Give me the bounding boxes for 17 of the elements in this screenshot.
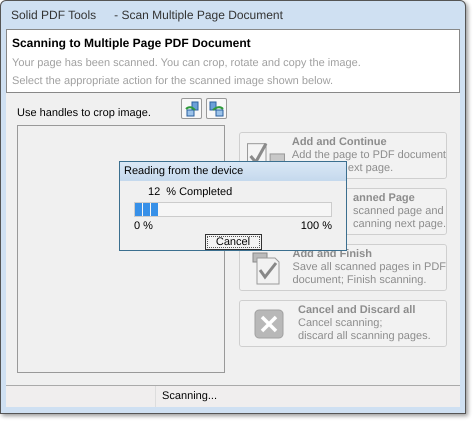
progress-label: % Completed: [166, 185, 232, 200]
status-text: Scanning...: [161, 389, 218, 404]
window-title: - Scan Multiple Page Document: [114, 7, 283, 24]
rotate-right-icon: [208, 100, 224, 116]
rotate-left-icon: [184, 100, 200, 116]
header-heading: Scanning to Multiple Page PDF Document: [12, 35, 252, 52]
rotate-button[interactable]: [206, 98, 227, 119]
header-text: Select the appropriate action for the scanned image shown below.: [12, 74, 334, 88]
close-icon: [254, 309, 284, 339]
rotate-button[interactable]: [181, 98, 202, 119]
cancel-button[interactable]: Cancel: [204, 234, 262, 250]
progress-count: 12: [148, 185, 160, 200]
min-label: 0 %: [134, 218, 153, 234]
max-label: 100 %: [300, 218, 332, 234]
header-text: Your page has been scanned. You can crop, rotate and copy the image.: [12, 56, 362, 70]
crop-label: Use handles to crop image.: [17, 106, 152, 120]
app-title: Solid PDF Tools: [11, 7, 96, 24]
